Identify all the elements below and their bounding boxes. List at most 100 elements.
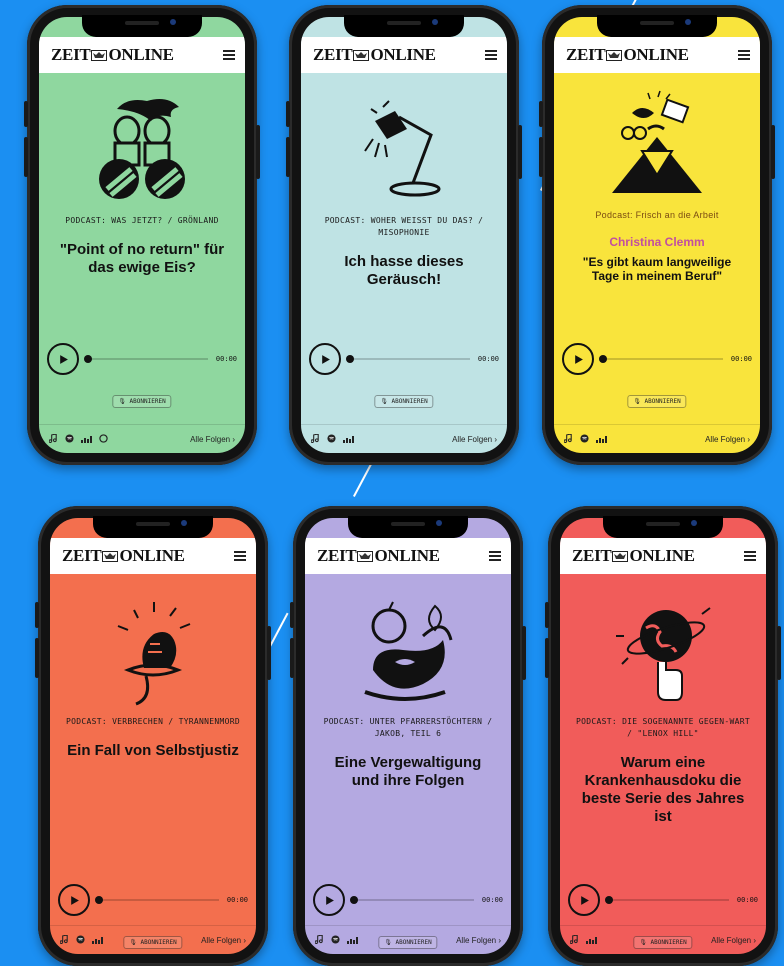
play-button[interactable] [313,884,345,916]
decorative-line [268,612,289,649]
progress-track[interactable] [95,896,219,904]
all-episodes-link[interactable]: Alle Folgen › [201,936,246,945]
logo-text-left: ZEIT [313,45,353,64]
music-icon[interactable] [59,931,69,949]
zeit-online-logo[interactable]: ZEIT ONLINE [572,546,695,566]
progress-track[interactable] [346,355,470,363]
zeit-online-logo[interactable]: ZEIT ONLINE [51,45,174,65]
podcast-teaser: Podcast: Frisch an die Arbeit Christina … [554,73,760,453]
progress-track[interactable] [599,355,723,363]
all-episodes-label: Alle Folgen [705,434,746,444]
episode-title[interactable]: Ein Fall von Selbstjustiz [53,742,253,760]
spotify-icon[interactable] [580,430,589,448]
episode-title[interactable]: Eine Vergewaltigung und ihre Folgen [305,754,511,790]
progress-track[interactable] [350,896,474,904]
spotify-icon[interactable] [331,931,340,949]
all-episodes-link[interactable]: Alle Folgen › [456,936,501,945]
progress-track[interactable] [605,896,729,904]
all-episodes-link[interactable]: Alle Folgen › [711,936,756,945]
audio-player: 00:00 [562,343,752,375]
play-button[interactable] [562,343,594,375]
zeit-online-logo[interactable]: ZEIT ONLINE [566,45,689,65]
audio-player: 00:00 [313,884,503,916]
all-episodes-label: Alle Folgen [201,935,242,945]
play-button[interactable] [58,884,90,916]
music-icon[interactable] [314,931,324,949]
all-episodes-link[interactable]: Alle Folgen › [705,435,750,444]
episode-title[interactable]: Ich hasse dieses Geräusch! [301,253,507,289]
logo-text-right: ONLINE [108,45,174,64]
deezer-icon[interactable] [596,430,607,448]
zeit-online-logo[interactable]: ZEIT ONLINE [317,546,440,566]
play-icon [321,354,330,364]
podcast-teaser: PODCAST: VERBRECHEN / TYRANNENMORD Ein F… [50,574,256,954]
platform-icons [569,931,597,949]
progress-knob[interactable] [599,355,607,363]
subscribe-label: ABONNIEREN [391,398,428,405]
deezer-icon[interactable] [81,430,92,448]
phone-mockup-5: ZEIT ONLINE PODCAST: UNTER PFARRERSTÖCHT… [290,506,526,966]
deezer-icon[interactable] [347,931,358,949]
eagle-icon [102,550,119,562]
progress-track[interactable] [84,355,208,363]
phone-mockup-4: ZEIT ONLINE PODCAST: VERBRECHEN / TYRANN… [35,506,271,966]
play-icon [574,354,583,364]
play-button[interactable] [47,343,79,375]
menu-icon[interactable] [234,551,246,561]
all-episodes-link[interactable]: Alle Folgen › [452,435,497,444]
spotify-icon[interactable] [76,931,85,949]
subscribe-label: ABONNIEREN [129,398,166,405]
podcast-kicker: PODCAST: WAS JETZT? / GRÖNLAND [65,216,219,225]
subscribe-label: ABONNIEREN [644,398,681,405]
menu-icon[interactable] [744,551,756,561]
deezer-icon[interactable] [343,430,354,448]
audio-player: 00:00 [47,343,237,375]
progress-knob[interactable] [346,355,354,363]
deezer-icon[interactable] [92,931,103,949]
progress-knob[interactable] [350,896,358,904]
music-icon[interactable] [563,430,573,448]
progress-knob[interactable] [95,896,103,904]
episode-title[interactable]: "Point of no return" für das ewige Eis? [39,241,245,277]
platform-footer: Alle Folgen › [39,424,245,453]
play-button[interactable] [568,884,600,916]
logo-text-left: ZEIT [566,45,606,64]
deezer-icon[interactable] [586,931,597,949]
subscribe-button[interactable]: 🎙 ABONNIEREN [112,395,172,408]
time-display: 00:00 [730,355,752,363]
desk-lamp-illustration [339,95,469,205]
phone-mockup-6: ZEIT ONLINE PODCAST: DIE SOGENANNTE GEGE… [545,506,781,966]
menu-icon[interactable] [485,50,497,60]
binoculars-illustration [77,95,207,205]
platform-icons [563,430,607,448]
progress-knob[interactable] [84,355,92,363]
play-button[interactable] [309,343,341,375]
logo-text-left: ZEIT [62,546,102,565]
all-episodes-link[interactable]: Alle Folgen › [190,435,235,444]
menu-icon[interactable] [738,50,750,60]
music-icon[interactable] [569,931,579,949]
platform-footer: Alle Folgen › [554,424,760,453]
audio-player: 00:00 [568,884,758,916]
music-icon[interactable] [48,430,58,448]
phone-mockup-2: ZEIT ONLINE PODCAST: WOHER WEISST DU DAS… [286,5,522,465]
zeit-online-logo[interactable]: ZEIT ONLINE [313,45,436,65]
episode-title[interactable]: Warum eine Krankenhausdoku die beste Ser… [560,754,766,826]
music-icon[interactable] [310,430,320,448]
site-header: ZEIT ONLINE [560,538,766,574]
all-episodes-label: Alle Folgen [456,935,497,945]
spotify-icon[interactable] [65,430,74,448]
menu-icon[interactable] [489,551,501,561]
podcast-guest: Christina Clemm [609,235,705,249]
spotify-icon[interactable] [327,430,336,448]
logo-text-right: ONLINE [370,45,436,64]
zeit-online-logo[interactable]: ZEIT ONLINE [62,546,185,566]
podcast-icon[interactable] [99,430,108,448]
subscribe-button[interactable]: 🎙 ABONNIEREN [627,395,687,408]
menu-icon[interactable] [223,50,235,60]
subscribe-button[interactable]: 🎙 ABONNIEREN [374,395,434,408]
play-icon [325,895,334,905]
progress-knob[interactable] [605,896,613,904]
platform-icons [59,931,103,949]
episode-title[interactable]: "Es gibt kaum langweilige Tage in meinem… [554,255,760,283]
